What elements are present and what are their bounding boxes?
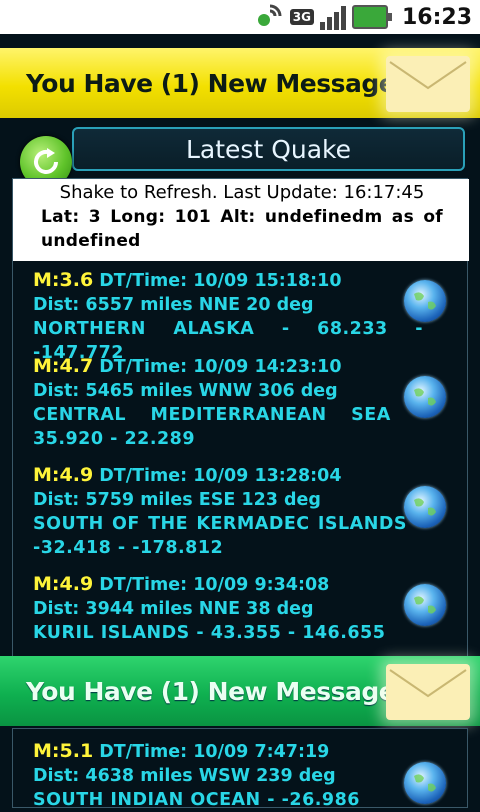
status-bar: 3G 16:23 bbox=[0, 0, 480, 34]
globe-icon[interactable] bbox=[404, 280, 446, 322]
quake-magnitude: M:4.9 bbox=[33, 573, 94, 595]
3g-icon: 3G bbox=[289, 9, 314, 25]
quake-location: CENTRAL MEDITERRANEAN SEA - 35.920 - 22.… bbox=[33, 405, 423, 449]
header-title: Latest Quake bbox=[185, 134, 351, 164]
quake-magnitude: M:5.1 bbox=[33, 740, 94, 762]
new-message-banner-top[interactable]: You Have (1) New Message bbox=[0, 48, 480, 118]
latest-quake-header: Latest Quake bbox=[72, 127, 465, 171]
quake-datetime: DT/Time: 10/09 13:28:04 bbox=[93, 466, 342, 486]
banner-text: You Have (1) New Message bbox=[26, 68, 396, 98]
quake-datetime: DT/Time: 10/09 9:34:08 bbox=[93, 575, 330, 595]
globe-icon[interactable] bbox=[404, 486, 446, 528]
envelope-icon bbox=[386, 664, 470, 720]
quake-datetime: DT/Time: 10/09 15:18:10 bbox=[93, 271, 342, 291]
quake-distance: Dist: 4638 miles WSW 239 deg bbox=[33, 766, 336, 786]
globe-icon[interactable] bbox=[404, 584, 446, 626]
quake-distance: Dist: 5759 miles ESE 123 deg bbox=[33, 490, 321, 510]
globe-icon[interactable] bbox=[404, 762, 446, 804]
quake-item[interactable]: M:4.7 DT/Time: 10/09 14:23:10 Dist: 5465… bbox=[33, 354, 423, 451]
new-message-banner-bottom[interactable]: You Have (1) New Message bbox=[0, 656, 480, 726]
sync-icon bbox=[256, 2, 284, 32]
quake-distance: Dist: 3944 miles NNE 38 deg bbox=[33, 599, 314, 619]
update-info-box: Shake to Refresh. Last Update: 16:17:45 … bbox=[13, 179, 469, 261]
refresh-icon bbox=[34, 148, 58, 174]
battery-icon bbox=[351, 5, 392, 29]
globe-icon[interactable] bbox=[404, 376, 446, 418]
location-text: Lat: 3 Long: 101 Alt: undefinedm as of u… bbox=[41, 207, 443, 251]
quake-location: KURIL ISLANDS - 43.355 - 146.655 bbox=[33, 623, 386, 643]
signal-icon bbox=[319, 4, 346, 30]
quake-magnitude: M:3.6 bbox=[33, 269, 94, 291]
quake-item[interactable]: M:4.9 DT/Time: 10/09 13:28:04 Dist: 5759… bbox=[33, 463, 423, 560]
quake-location: SOUTH INDIAN OCEAN - -26.986 bbox=[33, 790, 360, 810]
quake-item[interactable]: M:4.9 DT/Time: 10/09 9:34:08 Dist: 3944 … bbox=[33, 572, 423, 645]
quake-distance: Dist: 6557 miles NNE 20 deg bbox=[33, 295, 314, 315]
quake-magnitude: M:4.7 bbox=[33, 355, 94, 377]
quake-datetime: DT/Time: 10/09 7:47:19 bbox=[93, 742, 330, 762]
quake-item[interactable]: M:3.6 DT/Time: 10/09 15:18:10 Dist: 6557… bbox=[33, 268, 423, 365]
envelope-icon bbox=[386, 56, 470, 112]
status-clock: 16:23 bbox=[401, 4, 472, 30]
quake-item[interactable]: M:5.1 DT/Time: 10/09 7:47:19 Dist: 4638 … bbox=[33, 739, 423, 812]
refresh-status-text: Shake to Refresh. Last Update: 16:17:45 bbox=[59, 182, 425, 203]
quake-location: SOUTH OF THE KERMADEC ISLANDS - -32.418 … bbox=[33, 514, 423, 558]
quake-datetime: DT/Time: 10/09 14:23:10 bbox=[93, 357, 342, 377]
quake-distance: Dist: 5465 miles WNW 306 deg bbox=[33, 381, 338, 401]
quake-magnitude: M:4.9 bbox=[33, 464, 94, 486]
banner-text: You Have (1) New Message bbox=[26, 676, 396, 706]
